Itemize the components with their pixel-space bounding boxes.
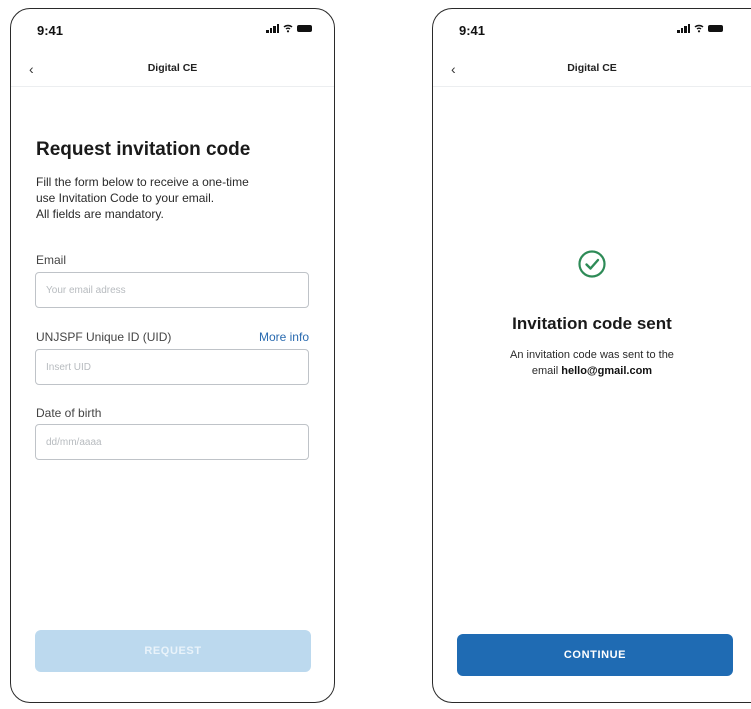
message-prefix: email (531, 365, 559, 377)
status-bar: 9:41 (433, 9, 751, 49)
continue-button[interactable]: CONTINUE (457, 634, 733, 676)
message-line: email hello@gmail.com (433, 363, 751, 379)
page-description: Fill the form below to receive a one-tim… (36, 174, 316, 222)
more-info-link[interactable]: More info (259, 330, 309, 344)
uid-label: UNJSPF Unique ID (UID) (36, 330, 172, 344)
battery-icon (297, 24, 312, 32)
status-time: 9:41 (459, 23, 486, 38)
email-field[interactable] (35, 272, 309, 308)
dob-label: Date of birth (36, 406, 102, 420)
nav-title: Digital CE (147, 62, 198, 74)
confirmation-title: Invitation code sent (512, 314, 672, 333)
sent-email: hello@gmail.com (561, 365, 653, 377)
wifi-icon (694, 24, 704, 33)
request-button[interactable]: REQUEST (35, 630, 311, 672)
status-icons (266, 23, 312, 33)
wifi-icon (283, 24, 293, 33)
nav-divider (433, 86, 751, 87)
status-icons (677, 23, 723, 33)
nav-bar: ‹ Digital CE (433, 53, 751, 87)
description-line: use Invitation Code to your email. (36, 191, 215, 205)
request-screen: 9:41 ‹ Digital CE Request invitation cod… (10, 8, 335, 703)
description-line: Fill the form below to receive a one-tim… (36, 175, 249, 189)
nav-divider (11, 86, 334, 87)
check-circle-icon (578, 250, 606, 278)
description-line: All fields are mandatory. (36, 207, 164, 221)
uid-field[interactable] (35, 349, 309, 385)
signal-icon (266, 23, 279, 33)
nav-title: Digital CE (567, 62, 617, 74)
nav-bar: ‹ Digital CE (11, 53, 334, 87)
confirmation-screen: 9:41 ‹ Digital CE Invitation code sent A… (432, 8, 751, 703)
status-bar: 9:41 (11, 9, 334, 49)
email-label: Email (36, 253, 67, 267)
signal-icon (677, 23, 690, 33)
confirmation-message: An invitation code was sent to the email… (433, 347, 751, 379)
message-line: An invitation code was sent to the (510, 349, 674, 361)
page-title: Request invitation code (36, 139, 251, 160)
battery-icon (708, 24, 723, 32)
status-time: 9:41 (37, 23, 64, 38)
date-of-birth-field[interactable] (35, 424, 309, 460)
